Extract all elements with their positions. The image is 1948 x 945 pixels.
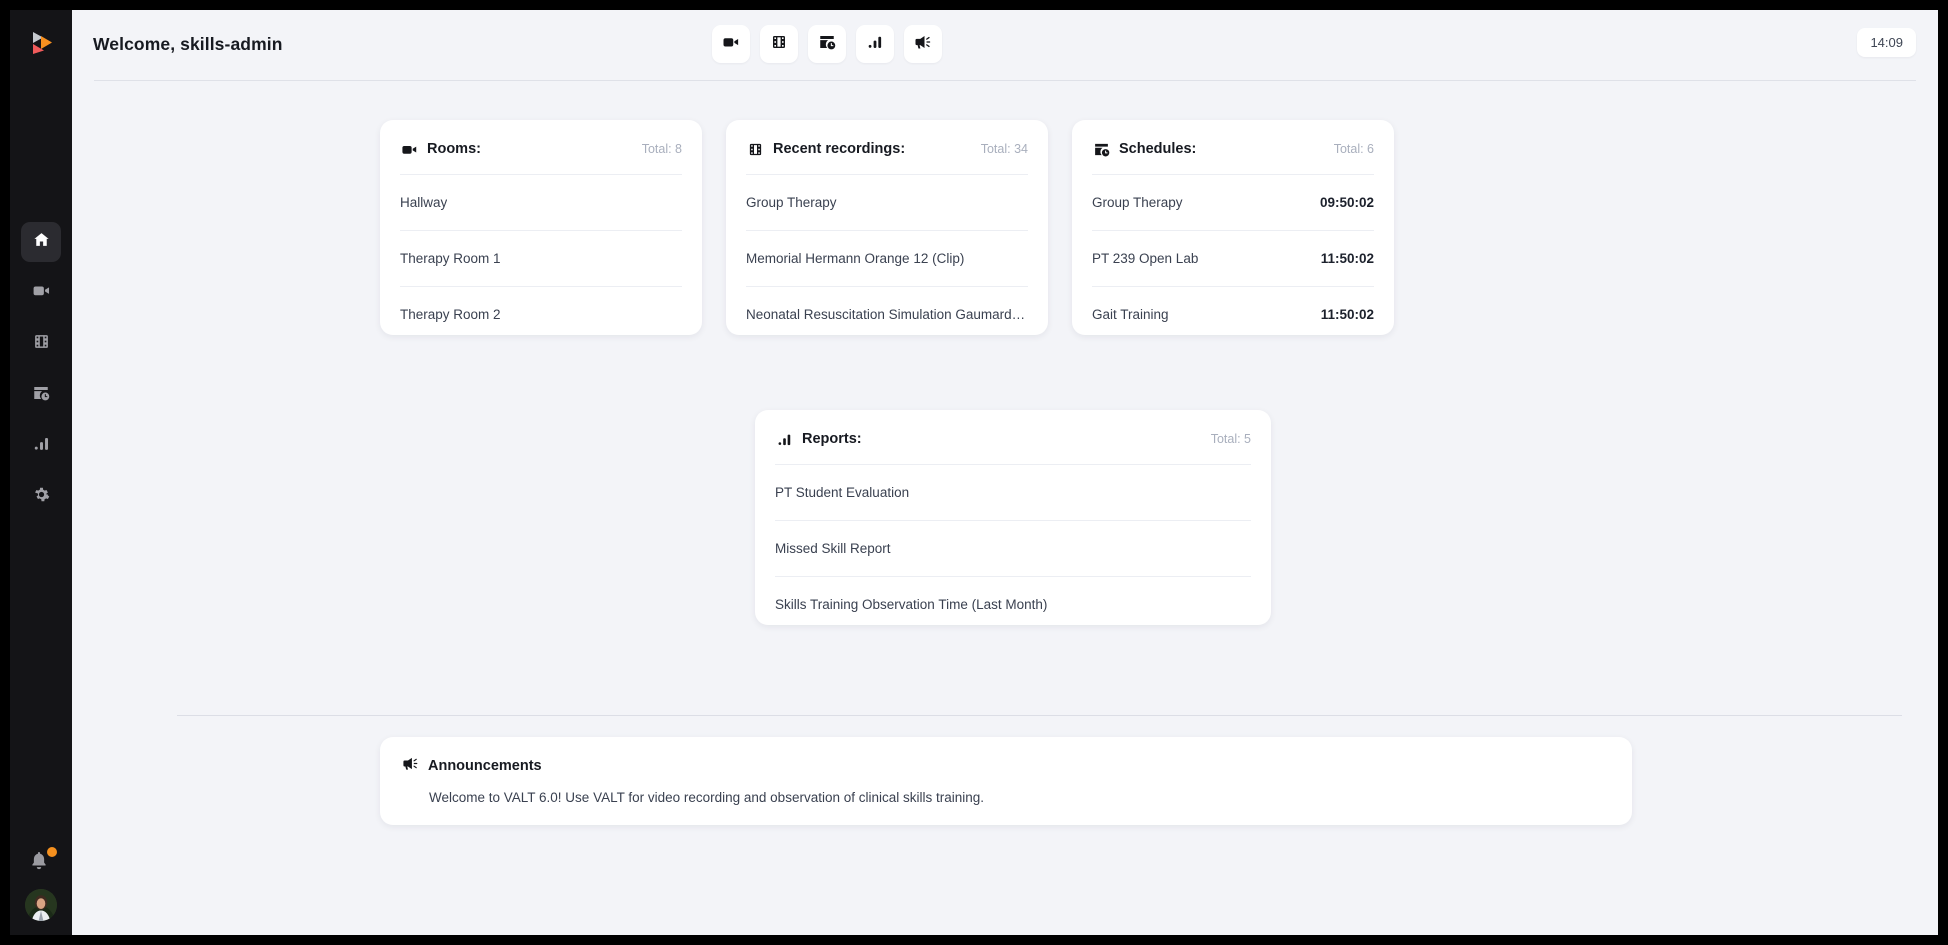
film-strip-icon (33, 333, 50, 355)
list-item-label: Therapy Room 2 (400, 307, 501, 322)
bar-chart-icon (867, 34, 883, 55)
film-strip-icon (746, 140, 764, 158)
list-item-time: 11:50:02 (1311, 307, 1374, 322)
card-recent-recordings: Recent recordings: Total: 34 Group Therapy… (726, 120, 1048, 335)
schedule-clock-icon (1092, 140, 1110, 158)
main-area: Welcome, skills-admin (72, 10, 1938, 935)
megaphone-icon (914, 33, 932, 56)
announcements-title: Announcements (428, 758, 542, 774)
list-item-time: 11:50:02 (1311, 251, 1374, 266)
summary-cards-row: Rooms: Total: 8 Hallway Therapy Room 1 Thera… (380, 120, 1394, 335)
list-item-label: PT 239 Open Lab (1092, 251, 1198, 266)
valt-play-logo[interactable] (24, 26, 58, 60)
megaphone-icon (402, 755, 419, 777)
topbar-quick-actions (712, 25, 942, 63)
bell-icon (28, 858, 50, 875)
list-item-label: PT Student Evaluation (775, 485, 909, 500)
list-item[interactable]: Therapy Room 2 (400, 286, 682, 335)
sidebar-item-schedules[interactable] (21, 375, 61, 415)
sidebar-item-rooms[interactable] (21, 273, 61, 313)
topbar: Welcome, skills-admin (72, 10, 1938, 82)
sidebar-item-settings[interactable] (21, 477, 61, 517)
card-header: Rooms: Total: 8 (400, 120, 682, 174)
card-rooms: Rooms: Total: 8 Hallway Therapy Room 1 Thera… (380, 120, 702, 335)
card-total-count: Total: 6 (1334, 142, 1374, 156)
card-title: Rooms: (427, 141, 481, 157)
reports-card-wrap: Reports: Total: 5 PT Student Evaluation Mis… (755, 410, 1271, 625)
card-list: Group Therapy 09:50:02 PT 239 Open Lab 11:5… (1092, 174, 1374, 335)
list-item[interactable]: Therapy Room 1 (400, 230, 682, 286)
card-title: Schedules: (1119, 141, 1196, 157)
app-window: Welcome, skills-admin (10, 10, 1938, 935)
header-divider (94, 80, 1916, 81)
sidebar-bottom (10, 849, 72, 921)
sidebar-item-reports[interactable] (21, 426, 61, 466)
film-strip-icon (771, 34, 787, 55)
list-item-label: Missed Skill Report (775, 541, 891, 556)
list-item[interactable]: Gait Training 11:50:02 (1092, 286, 1374, 335)
list-item[interactable]: Hallway (400, 174, 682, 230)
card-header: Reports: Total: 5 (775, 410, 1251, 464)
video-camera-icon (32, 281, 51, 305)
sidebar-item-home[interactable] (21, 222, 61, 262)
sidebar (10, 10, 72, 935)
list-item-label: Memorial Hermann Orange 12 (Clip) (746, 251, 964, 266)
list-item-label: Group Therapy (1092, 195, 1183, 210)
list-item[interactable]: Skills Training Observation Time (Last M… (775, 576, 1251, 625)
announcements-card: Announcements Welcome to VALT 6.0! Use V… (380, 737, 1632, 825)
list-item[interactable]: Missed Skill Report (775, 520, 1251, 576)
list-item[interactable]: PT Student Evaluation (775, 464, 1251, 520)
card-title: Reports: (802, 431, 862, 447)
list-item-label: Group Therapy (746, 195, 837, 210)
sidebar-nav (21, 222, 61, 517)
topbar-recordings-button[interactable] (760, 25, 798, 63)
notifications-bell[interactable] (28, 849, 54, 875)
card-header: Recent recordings: Total: 34 (746, 120, 1028, 174)
gear-icon (33, 486, 50, 508)
content-divider (177, 715, 1902, 716)
list-item-label: Neonatal Resuscitation Simulation Gaumar… (746, 307, 1028, 322)
user-avatar[interactable] (25, 889, 57, 921)
card-total-count: Total: 34 (981, 142, 1028, 156)
topbar-reports-button[interactable] (856, 25, 894, 63)
schedule-clock-icon (818, 33, 836, 56)
list-item-label: Therapy Room 1 (400, 251, 501, 266)
card-list: HallwayTherapy Room 1Therapy Room 2Thera… (400, 174, 682, 335)
schedule-clock-icon (32, 384, 50, 407)
topbar-schedules-button[interactable] (808, 25, 846, 63)
card-list: PT Student Evaluation Missed Skill Report… (775, 464, 1251, 625)
list-item-time: 09:50:02 (1310, 195, 1374, 210)
list-item[interactable]: Memorial Hermann Orange 12 (Clip) (746, 230, 1028, 286)
notification-badge (47, 847, 57, 857)
card-title: Recent recordings: (773, 141, 905, 157)
card-schedules: Schedules: Total: 6 Group Therapy 09:50:02 P… (1072, 120, 1394, 335)
video-camera-icon (722, 33, 740, 56)
card-total-count: Total: 8 (642, 142, 682, 156)
announcements-body: Welcome to VALT 6.0! Use VALT for video … (429, 790, 1610, 805)
card-reports: Reports: Total: 5 PT Student Evaluation Mis… (755, 410, 1271, 625)
welcome-title: Welcome, skills-admin (93, 34, 282, 55)
list-item[interactable]: Group Therapy (746, 174, 1028, 230)
bar-chart-icon (775, 430, 793, 448)
list-item-label: Skills Training Observation Time (Last M… (775, 597, 1047, 612)
clock: 14:09 (1857, 28, 1916, 57)
announcements-header: Announcements (402, 755, 1610, 777)
sidebar-item-recordings[interactable] (21, 324, 61, 364)
list-item-label: Gait Training (1092, 307, 1169, 322)
video-camera-icon (400, 140, 418, 158)
home-icon (33, 231, 50, 253)
bar-chart-icon (33, 435, 50, 457)
topbar-rooms-button[interactable] (712, 25, 750, 63)
card-total-count: Total: 5 (1211, 432, 1251, 446)
list-item[interactable]: Group Therapy 09:50:02 (1092, 174, 1374, 230)
list-item[interactable]: PT 239 Open Lab 11:50:02 (1092, 230, 1374, 286)
list-item[interactable]: Neonatal Resuscitation Simulation Gaumar… (746, 286, 1028, 335)
card-list: Group Therapy Memorial Hermann Orange 12 … (746, 174, 1028, 335)
card-header: Schedules: Total: 6 (1092, 120, 1374, 174)
topbar-announcements-button[interactable] (904, 25, 942, 63)
list-item-label: Hallway (400, 195, 447, 210)
